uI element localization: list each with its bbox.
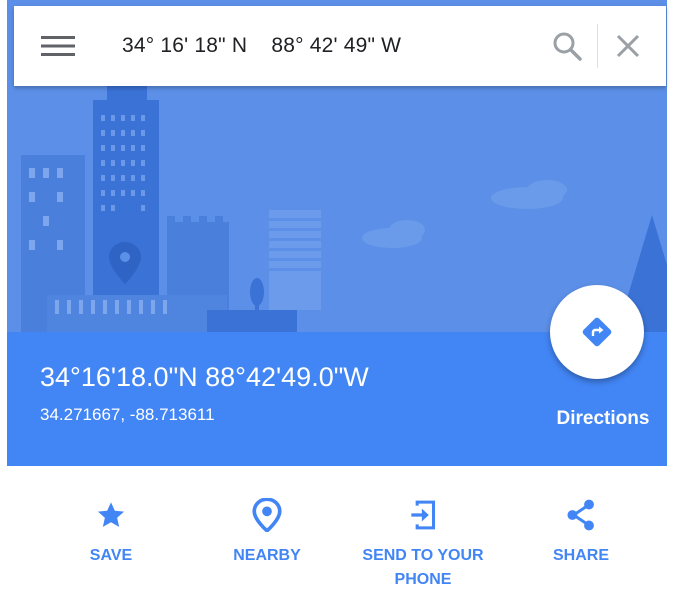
directions-icon: [582, 317, 612, 347]
clear-button[interactable]: [598, 6, 658, 86]
share-icon: [567, 499, 594, 531]
share-button[interactable]: SHARE: [541, 466, 621, 596]
close-icon: [616, 34, 640, 58]
directions-label[interactable]: Directions: [538, 408, 668, 430]
actions-row: SAVE NEARBY SEND TO YOUR PHONE SHARE: [7, 466, 667, 607]
share-label: SHARE: [552, 547, 609, 564]
send-to-phone-button[interactable]: SEND TO YOUR PHONE: [347, 466, 499, 596]
star-icon: [97, 502, 125, 527]
nearby-label: NEARBY: [233, 547, 301, 564]
place-decimal-coordinates: 34.271667, -88.713611: [40, 405, 215, 424]
place-title: 34°16'18.0"N 88°42'49.0"W: [40, 362, 369, 392]
search-icon: [553, 32, 582, 61]
search-input[interactable]: 34° 16' 18" N 88° 42' 49" W: [86, 34, 537, 58]
save-button[interactable]: SAVE: [71, 466, 151, 596]
save-label: SAVE: [89, 547, 133, 564]
send-to-phone-icon: [411, 500, 436, 530]
search-button[interactable]: [537, 6, 597, 86]
search-bar: 34° 16' 18" N 88° 42' 49" W: [14, 6, 666, 86]
nearby-button[interactable]: NEARBY: [217, 466, 317, 596]
nearby-pin-icon: [252, 498, 282, 532]
menu-button[interactable]: [30, 6, 86, 86]
directions-button[interactable]: [550, 285, 644, 379]
send-to-phone-label: SEND TO YOUR PHONE: [362, 547, 484, 588]
hamburger-menu-icon: [41, 36, 75, 56]
